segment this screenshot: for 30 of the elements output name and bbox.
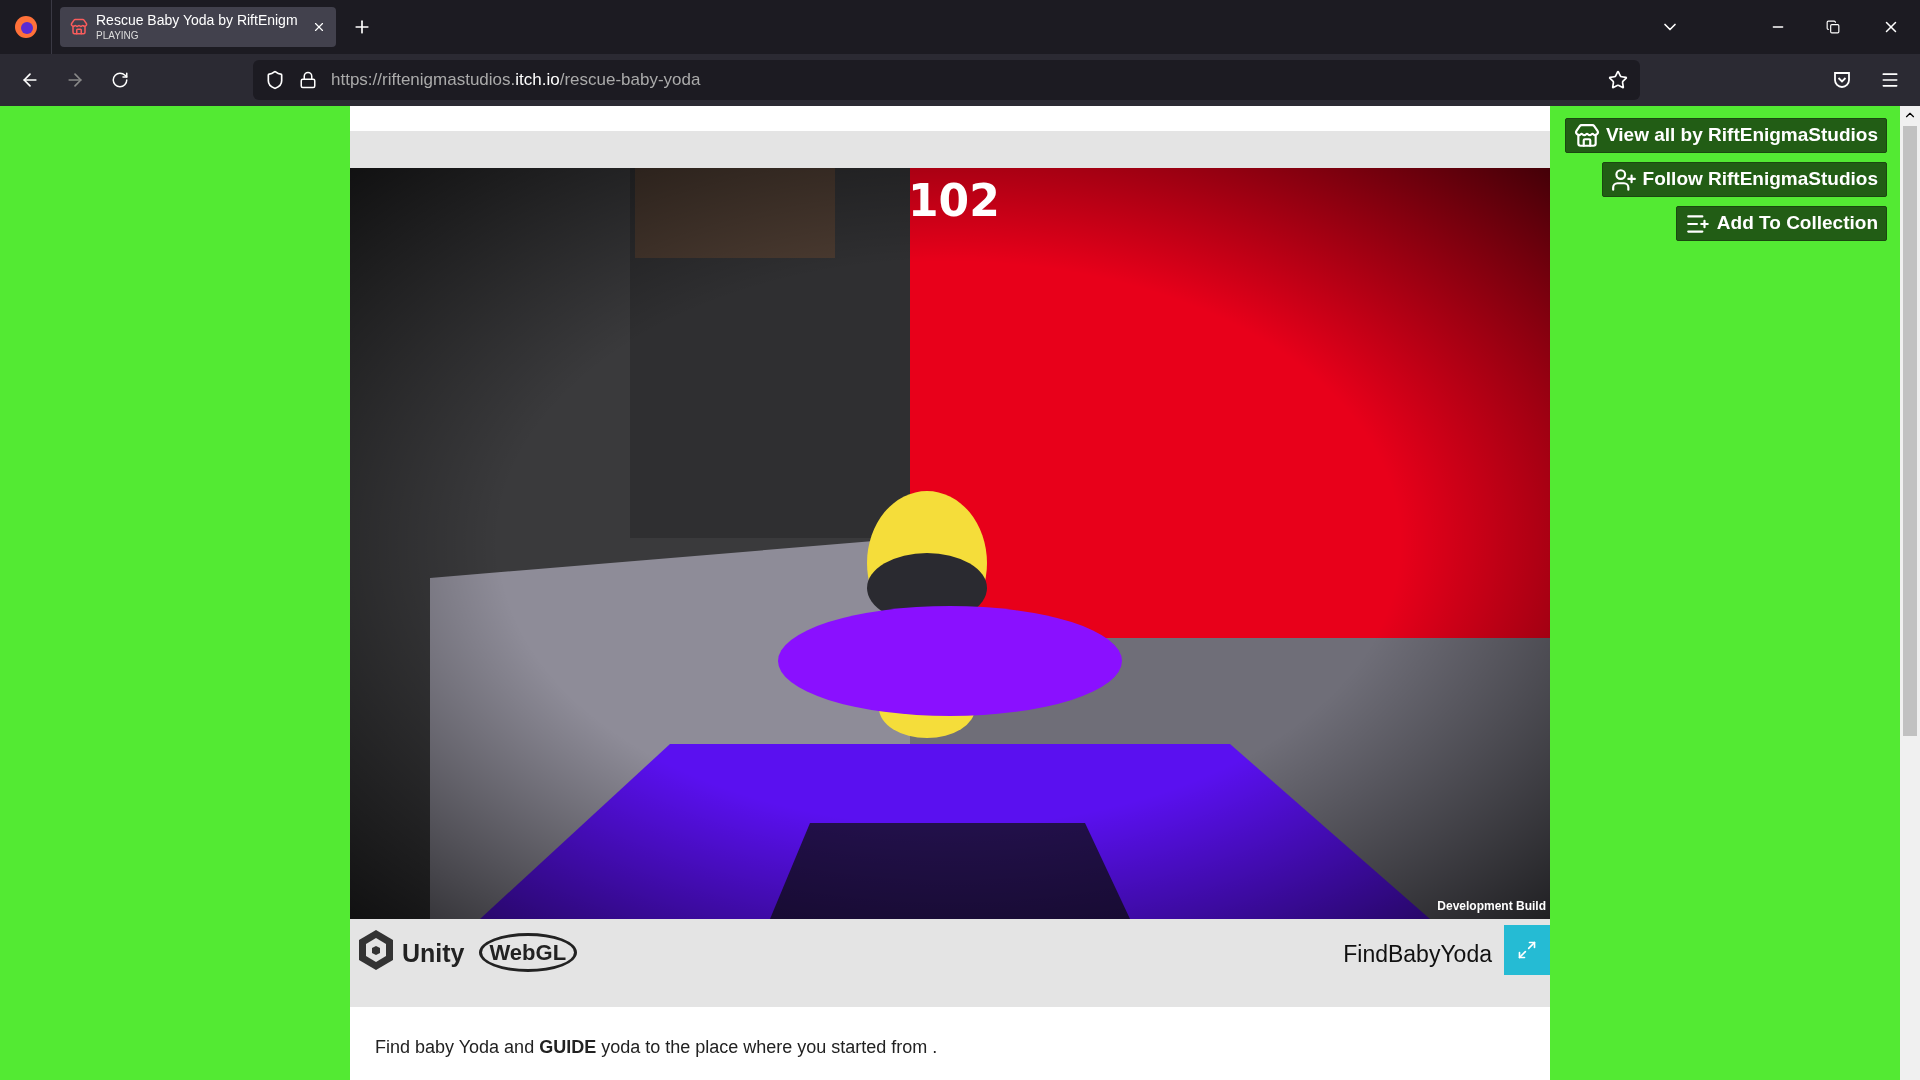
pocket-icon[interactable] [1832,70,1852,90]
browser-tab[interactable]: Rescue Baby Yoda by RiftEnigm PLAYING [60,7,336,47]
scrollbar-thumb[interactable] [1903,126,1917,736]
browser-logo-icon[interactable] [13,15,38,39]
tab-title: Rescue Baby Yoda by RiftEnigm [96,12,299,30]
address-bar[interactable]: https://riftenigmastudios.itch.io/rescue-baby-yoda [253,60,1640,100]
restore-icon[interactable] [1826,20,1840,34]
lock-icon[interactable] [299,71,317,89]
game-canvas[interactable]: 102 Development Build [350,168,1550,919]
score-counter: 102 [908,174,1000,228]
storefront-icon [1573,122,1600,149]
development-build-label: Development Build [1437,898,1546,915]
bookmark-star-icon[interactable] [1608,70,1628,90]
webgl-logo-text: WebGL [478,933,578,972]
unity-logo-text: Unity [402,938,465,969]
url-text: https://riftenigmastudios.itch.io/rescue-baby-yoda [331,69,701,92]
action-button[interactable]: View all by RiftEnigmaStudios [1564,118,1887,153]
unity-logo-icon [356,928,396,972]
expand-icon [1517,940,1537,960]
description-text: Find baby Yoda and GUIDE yoda to the place where you started from . [375,1036,939,1059]
close-tab-icon[interactable] [312,20,326,34]
tab-status: PLAYING [96,29,140,42]
reload-icon[interactable] [111,71,129,89]
tab-favicon-icon [70,18,88,36]
shield-icon[interactable] [265,70,285,90]
action-button[interactable]: Follow RiftEnigmaStudios [1601,162,1887,197]
user-plus-icon [1610,166,1637,193]
game-title: FindBabyYoda [1343,940,1492,969]
action-button[interactable]: Add To Collection [1675,206,1887,241]
menu-icon[interactable] [1880,70,1900,90]
